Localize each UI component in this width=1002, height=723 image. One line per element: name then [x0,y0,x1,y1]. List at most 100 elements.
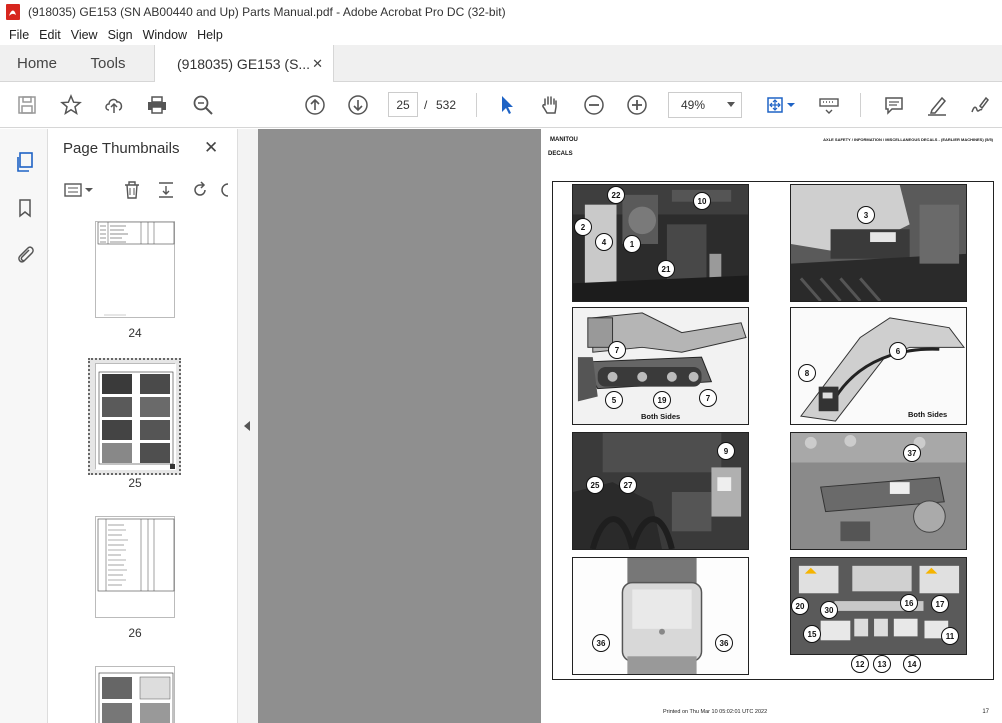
callout: 30 [820,601,838,619]
toolbar-divider [476,93,477,117]
highlight-icon[interactable] [924,92,950,118]
thumbnail-preview [96,364,176,470]
left-navigation-rail [0,129,48,723]
thumbnail-options-icon[interactable] [62,178,86,202]
callout: 19 [653,391,671,409]
bookmarks-icon[interactable] [12,195,38,221]
search-zoom-icon[interactable] [190,92,216,118]
select-arrow-icon[interactable] [494,92,520,118]
window-title: (918035) GE153 (SN AB00440 and Up) Parts… [28,5,506,19]
print-icon[interactable] [144,92,170,118]
delete-page-icon[interactable] [120,178,144,202]
tab-document[interactable]: (918035) GE153 (S... ✕ [154,45,334,83]
thumbnail-preview [98,672,174,723]
callout: 16 [900,594,918,612]
thumbnail-page[interactable] [95,516,175,618]
page-number-input[interactable] [388,92,418,117]
acrobat-app-icon [6,4,20,20]
page-thumbnails-icon[interactable] [12,149,38,175]
toolbar: / 532 49% [0,82,1002,128]
page-footer-printed: Printed on Thu Mar 10 05:02:01 UTC 2022 [663,709,768,715]
rotate-page-icon[interactable] [188,178,212,202]
page-down-icon[interactable] [345,92,371,118]
callout: 27 [619,476,637,494]
zoom-select[interactable]: 49% [668,92,742,118]
hand-icon[interactable] [537,92,563,118]
callout: 25 [586,476,604,494]
panel-title: Page Thumbnails [63,140,180,157]
callout: 22 [607,186,625,204]
page-section: DECALS [548,151,573,157]
window-titlebar: (918035) GE153 (SN AB00440 and Up) Parts… [0,0,1002,24]
tab-tools[interactable]: Tools [74,45,142,82]
callout: 10 [693,192,711,210]
page-footer-number: 17 [982,709,989,715]
callout: 12 [851,655,869,673]
thumbnail-preview [97,518,175,592]
panel-close-icon[interactable]: ✕ [204,138,218,158]
photo-boom-arm [790,307,967,425]
more-tools-icon[interactable] [218,178,232,202]
callout: 3 [857,206,875,224]
callout: 2 [574,218,592,236]
thumbnail-label: 25 [128,476,142,490]
attachments-icon[interactable] [12,241,38,267]
page-separator: / [424,98,428,112]
callout: 11 [941,627,959,645]
menu-window[interactable]: Window [138,28,192,42]
callout: 1 [623,235,641,253]
callout: 21 [657,260,675,278]
save-icon[interactable] [14,92,40,118]
menu-bar: File Edit View Sign Window Help [0,24,1002,45]
callout: 15 [803,625,821,643]
fit-page-chevron-icon[interactable] [786,92,796,118]
zoom-in-icon[interactable] [624,92,650,118]
menu-sign[interactable]: Sign [103,28,138,42]
zoom-value: 49% [681,98,706,112]
thumbnail-page-selected[interactable] [95,363,176,470]
photo-rear-hood [572,557,749,675]
page-brand: MANITOU [550,137,578,143]
menu-help[interactable]: Help [192,28,228,42]
callout: 8 [798,364,816,382]
fit-page-icon[interactable] [762,92,788,118]
thumbnails-panel: Page Thumbnails ✕ 24 25 26 [48,129,279,723]
thumbnail-page[interactable] [95,221,175,318]
pdf-page: MANITOU DECALS AXLE SAFETY / INFORMATION… [541,129,1002,723]
page-up-icon[interactable] [302,92,328,118]
panel-collapse-handle[interactable] [238,129,258,723]
callout: 4 [595,233,613,251]
options-chevron-icon[interactable] [84,178,94,202]
tab-document-label: (918035) GE153 (S... [177,56,311,72]
menu-file[interactable]: File [4,28,34,42]
photo-machine-front [790,184,967,302]
thumbnail-page[interactable] [95,666,175,723]
page-total: 532 [436,98,457,112]
menu-view[interactable]: View [66,28,103,42]
panel-toolbar [58,176,238,204]
menu-edit[interactable]: Edit [34,28,66,42]
callout: 7 [608,341,626,359]
document-view[interactable]: MANITOU DECALS AXLE SAFETY / INFORMATION… [258,129,1002,723]
comment-icon[interactable] [881,92,907,118]
sign-icon[interactable] [966,92,992,118]
chevron-down-icon [727,102,735,107]
extract-page-icon[interactable] [154,178,178,202]
bookmark-star-icon[interactable] [58,92,84,118]
callout: 17 [931,595,949,613]
upload-icon[interactable] [101,92,127,118]
toolbar-divider [860,93,861,117]
callout: 9 [717,442,735,460]
thumbnail-preview [97,221,175,316]
zoom-out-icon[interactable] [581,92,607,118]
tab-close-icon[interactable]: ✕ [312,56,323,72]
callout: 37 [903,444,921,462]
callout: 6 [889,342,907,360]
page-breadcrumb: AXLE SAFETY / INFORMATION / MISCELLANEOU… [823,137,993,142]
keyboard-icon[interactable] [816,92,842,118]
callout: 14 [903,655,921,673]
callout: 5 [605,391,623,409]
photo-machine-underside [790,432,967,550]
callout: 36 [715,634,733,652]
tab-home[interactable]: Home [0,45,74,82]
